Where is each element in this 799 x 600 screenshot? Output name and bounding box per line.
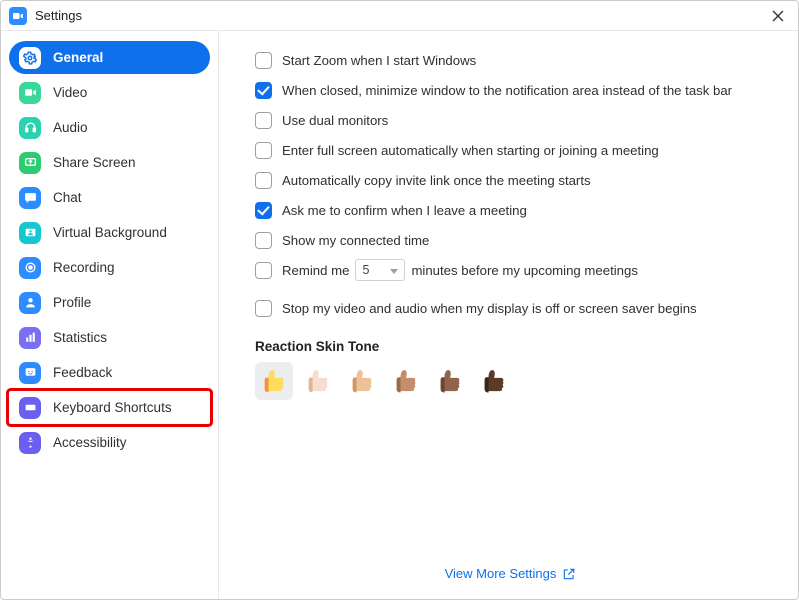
skin-tone-row [255, 362, 766, 400]
checkbox[interactable] [255, 232, 272, 249]
sidebar-item-label: Accessibility [53, 435, 127, 450]
settings-panel: Start Zoom when I start Windows When clo… [219, 31, 798, 599]
sidebar-item-label: General [53, 50, 103, 65]
headphones-icon [19, 117, 41, 139]
app-icon [9, 7, 27, 25]
profile-icon [19, 292, 41, 314]
sidebar-item-label: Recording [53, 260, 115, 275]
checkbox[interactable] [255, 112, 272, 129]
sidebar-item-recording[interactable]: Recording [9, 251, 210, 284]
titlebar: Settings [1, 1, 798, 31]
window-title: Settings [35, 8, 82, 23]
checkbox[interactable] [255, 300, 272, 317]
close-button[interactable] [766, 4, 790, 28]
checkbox[interactable] [255, 202, 272, 219]
sidebar-item-statistics[interactable]: Statistics [9, 321, 210, 354]
recording-icon [19, 257, 41, 279]
sidebar-item-label: Chat [53, 190, 82, 205]
skin-tone-medium[interactable] [387, 362, 425, 400]
option-label: Use dual monitors [282, 113, 388, 128]
sidebar-item-keyboard-shortcuts[interactable]: Keyboard Shortcuts [9, 391, 210, 424]
sidebar-item-label: Share Screen [53, 155, 136, 170]
option-label: Enter full screen automatically when sta… [282, 143, 659, 158]
option-label: Remind me [282, 263, 349, 278]
option-label: When closed, minimize window to the noti… [282, 83, 732, 98]
option-label: Stop my video and audio when my display … [282, 301, 697, 316]
checkbox[interactable] [255, 52, 272, 69]
option-minimize-tray: When closed, minimize window to the noti… [255, 77, 766, 103]
option-full-screen: Enter full screen automatically when sta… [255, 137, 766, 163]
sidebar-item-label: Profile [53, 295, 91, 310]
checkbox[interactable] [255, 172, 272, 189]
option-label: Start Zoom when I start Windows [282, 53, 476, 68]
video-icon [19, 82, 41, 104]
skin-tone-default[interactable] [255, 362, 293, 400]
sidebar-item-video[interactable]: Video [9, 76, 210, 109]
checkbox[interactable] [255, 142, 272, 159]
sidebar-item-general[interactable]: General [9, 41, 210, 74]
sidebar-item-profile[interactable]: Profile [9, 286, 210, 319]
checkbox[interactable] [255, 262, 272, 279]
sidebar-item-label: Audio [53, 120, 88, 135]
option-confirm-leave: Ask me to confirm when I leave a meeting [255, 197, 766, 223]
accessibility-icon [19, 432, 41, 454]
skin-tone-medium-light[interactable] [343, 362, 381, 400]
sidebar-item-audio[interactable]: Audio [9, 111, 210, 144]
sidebar-item-label: Keyboard Shortcuts [53, 400, 172, 415]
checkbox[interactable] [255, 82, 272, 99]
virtual-background-icon [19, 222, 41, 244]
skin-tone-light[interactable] [299, 362, 337, 400]
share-screen-icon [19, 152, 41, 174]
keyboard-icon [19, 397, 41, 419]
option-start-with-windows: Start Zoom when I start Windows [255, 47, 766, 73]
remind-minutes-select[interactable]: 5 [355, 259, 405, 281]
sidebar-item-label: Virtual Background [53, 225, 167, 240]
sidebar-item-label: Statistics [53, 330, 107, 345]
option-label: minutes before my upcoming meetings [411, 263, 638, 278]
option-copy-invite: Automatically copy invite link once the … [255, 167, 766, 193]
option-connected-time: Show my connected time [255, 227, 766, 253]
option-label: Automatically copy invite link once the … [282, 173, 591, 188]
sidebar-item-share-screen[interactable]: Share Screen [9, 146, 210, 179]
feedback-icon [19, 362, 41, 384]
option-label: Ask me to confirm when I leave a meeting [282, 203, 527, 218]
sidebar-item-accessibility[interactable]: Accessibility [9, 426, 210, 459]
view-more-settings-link[interactable]: View More Settings [255, 536, 766, 581]
skin-tone-dark[interactable] [475, 362, 513, 400]
sidebar-item-chat[interactable]: Chat [9, 181, 210, 214]
statistics-icon [19, 327, 41, 349]
sidebar-item-virtual-background[interactable]: Virtual Background [9, 216, 210, 249]
skin-tone-medium-dark[interactable] [431, 362, 469, 400]
sidebar-item-label: Video [53, 85, 87, 100]
option-stop-av-screensaver: Stop my video and audio when my display … [255, 295, 766, 321]
sidebar-item-label: Feedback [53, 365, 112, 380]
option-label: Show my connected time [282, 233, 429, 248]
sidebar-item-feedback[interactable]: Feedback [9, 356, 210, 389]
reaction-skin-tone-title: Reaction Skin Tone [255, 339, 766, 354]
link-label: View More Settings [445, 566, 557, 581]
remind-minutes-value: 5 [362, 263, 369, 277]
chat-icon [19, 187, 41, 209]
option-remind: Remind me 5 minutes before my upcoming m… [255, 257, 766, 283]
option-dual-monitors: Use dual monitors [255, 107, 766, 133]
settings-window: Settings General Video [0, 0, 799, 600]
gear-icon [19, 47, 41, 69]
sidebar: General Video Audio Share Screen [1, 31, 219, 599]
